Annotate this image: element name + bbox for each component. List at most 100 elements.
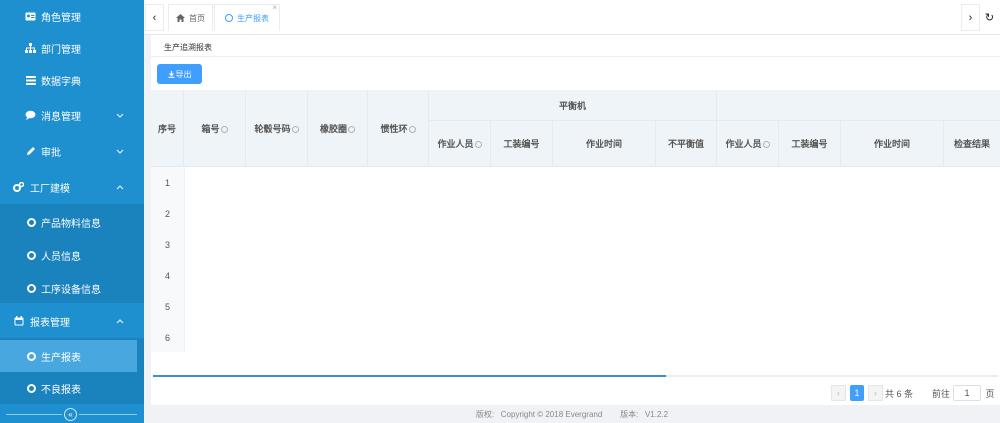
home-icon — [176, 14, 185, 22]
page-number[interactable]: 1 — [850, 385, 864, 401]
next-page-button[interactable]: › — [868, 385, 883, 401]
list-icon — [25, 75, 36, 86]
column-header-inertia[interactable]: 惯性环 — [368, 90, 429, 167]
sidebar-item-approval[interactable]: 审批 — [0, 139, 144, 163]
circle-icon — [26, 351, 37, 362]
circle-icon — [26, 383, 37, 394]
column-header-imbalance: 不平衡值 — [656, 121, 717, 167]
main-content: 生产追溯报表 导出 序号 箱号 轮毂号码 橡胶圈 惯性环 平衡机 作业人员 工装… — [151, 35, 1000, 405]
sidebar-item-label: 工厂建模 — [30, 183, 70, 195]
sidebar-item-personnel[interactable]: 人员信息 — [0, 243, 144, 267]
calendar-icon — [13, 316, 24, 327]
sidebar-item-label: 审批 — [41, 147, 61, 159]
divider — [6, 414, 62, 415]
table-body — [184, 167, 1000, 352]
column-header-operator[interactable]: 作业人员 — [429, 121, 491, 167]
column-header-time: 作业时间 — [841, 121, 944, 167]
table-row: 3 — [164, 239, 170, 250]
column-header-rubber[interactable]: 橡胶圈 — [308, 90, 368, 167]
tabs-next-button[interactable]: › — [961, 4, 980, 31]
column-header-result: 检查结果 — [944, 121, 1000, 167]
column-header-operator[interactable]: 作业人员 — [717, 121, 779, 167]
goto-page-input[interactable]: 1 — [953, 385, 981, 401]
id-card-icon — [25, 11, 36, 22]
sitemap-icon — [25, 43, 36, 54]
sidebar-item-factory-modeling[interactable]: 工厂建模 — [0, 175, 144, 199]
sidebar-item-label: 人员信息 — [41, 251, 81, 263]
column-header-hub[interactable]: 轮毂号码 — [246, 90, 308, 167]
sidebar-item-label: 不良报表 — [41, 384, 81, 396]
sidebar-collapse-bar: « — [0, 405, 144, 423]
circle-icon — [225, 14, 233, 22]
table-row: 1 — [164, 177, 170, 188]
divider — [151, 56, 1000, 57]
search-icon[interactable] — [348, 125, 355, 133]
sidebar-item-label: 消息管理 — [41, 111, 81, 123]
total-count: 共 6 条 — [884, 388, 913, 399]
divider — [79, 414, 137, 415]
report-table: 序号 箱号 轮毂号码 橡胶圈 惯性环 平衡机 作业人员 工装编号 作业时间 不平… — [151, 90, 1000, 373]
search-icon[interactable] — [408, 125, 416, 133]
column-header-fixture: 工装编号 — [491, 121, 553, 167]
collapse-sidebar-icon[interactable]: « — [64, 408, 77, 421]
column-header-seq: 序号 — [151, 90, 184, 167]
table-row: 5 — [164, 301, 170, 312]
column-header-fixture: 工装编号 — [779, 121, 841, 167]
sidebar-item-production-report[interactable]: 生产报表 — [0, 340, 137, 372]
export-label: 导出 — [175, 69, 192, 79]
chat-icon — [25, 110, 36, 121]
column-group-balancer: 平衡机 — [429, 90, 717, 121]
sidebar: 角色管理 部门管理 数据字典 消息管理 审批 工厂建模 产品物料信息 人员信息 … — [0, 0, 144, 423]
search-icon[interactable] — [474, 141, 482, 148]
circle-icon — [26, 217, 37, 228]
sidebar-item-label: 报表管理 — [30, 317, 70, 329]
sidebar-item-label: 生产报表 — [41, 352, 81, 364]
sidebar-item-process-equipment[interactable]: 工序设备信息 — [0, 276, 144, 300]
sidebar-item-product-material[interactable]: 产品物料信息 — [0, 210, 144, 234]
table-row: 4 — [164, 270, 170, 281]
chevron-down-icon — [116, 111, 124, 120]
circle-icon — [26, 250, 37, 261]
sidebar-item-label: 角色管理 — [41, 12, 81, 24]
column-header-time: 作业时间 — [553, 121, 656, 167]
pagination: ‹ 1 › 共 6 条 前往 1 页 — [831, 385, 1000, 401]
page-unit: 页 — [985, 388, 995, 399]
download-icon — [168, 70, 174, 78]
sidebar-item-messages[interactable]: 消息管理 — [0, 103, 144, 127]
sidebar-item-defect-report[interactable]: 不良报表 — [0, 376, 144, 400]
goto-label: 前往 — [931, 388, 950, 399]
pencil-icon — [25, 146, 36, 157]
search-icon[interactable] — [220, 125, 228, 133]
sidebar-item-label: 数据字典 — [41, 76, 81, 88]
chevron-down-icon — [116, 147, 124, 156]
column-group-empty — [717, 90, 1000, 121]
tab-production-report[interactable]: 生产报表 × — [214, 3, 280, 31]
sidebar-item-report-management[interactable]: 报表管理 — [0, 309, 144, 333]
footer: 版权: Copyright © 2018 Evergrand 版本: V1.2.… — [475, 409, 669, 419]
sidebar-item-label: 部门管理 — [41, 44, 81, 56]
tabs-prev-button[interactable]: ‹ — [145, 4, 164, 31]
search-icon[interactable] — [762, 141, 770, 148]
table-row: 2 — [164, 208, 170, 219]
search-icon[interactable] — [291, 125, 299, 133]
sidebar-item-dictionary[interactable]: 数据字典 — [0, 68, 144, 92]
export-button[interactable]: 导出 — [157, 64, 202, 84]
scrollbar-thumb[interactable] — [153, 375, 666, 377]
table-row: 6 — [164, 332, 170, 343]
circle-icon — [26, 283, 37, 294]
page-title: 生产追溯报表 — [164, 43, 212, 52]
sidebar-item-label: 产品物料信息 — [41, 218, 101, 230]
prev-page-button[interactable]: ‹ — [831, 385, 846, 401]
column-header-box[interactable]: 箱号 — [184, 90, 246, 167]
tab-label: 生产报表 — [237, 13, 269, 23]
sidebar-item-role[interactable]: 角色管理 — [0, 4, 144, 28]
tab-bar: ‹ 首页 生产报表 × › ↻ — [144, 0, 1000, 35]
refresh-button[interactable]: ↻ — [980, 4, 999, 31]
sidebar-item-label: 工序设备信息 — [41, 284, 101, 296]
chevron-up-icon — [116, 317, 124, 326]
sidebar-item-department[interactable]: 部门管理 — [0, 36, 144, 60]
close-tab-icon[interactable]: × — [272, 3, 277, 12]
tab-home[interactable]: 首页 — [168, 4, 213, 31]
tab-label: 首页 — [189, 13, 205, 23]
chevron-up-icon — [116, 183, 124, 192]
